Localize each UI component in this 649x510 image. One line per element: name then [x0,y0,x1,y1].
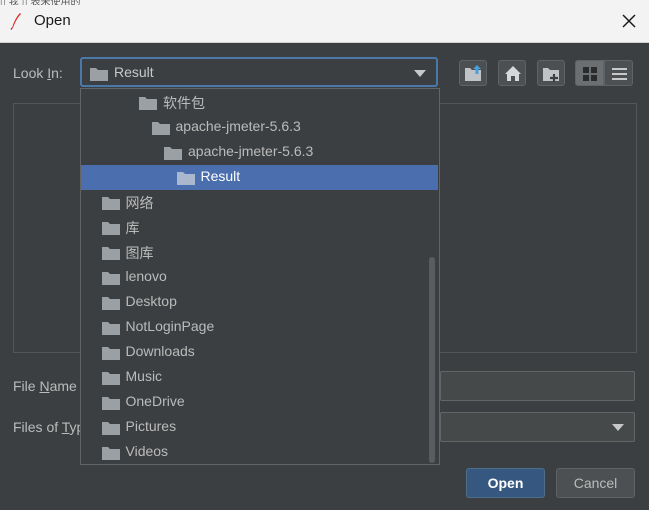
close-icon[interactable] [620,12,638,30]
dropdown-item[interactable]: 软件包 [81,90,438,115]
home-button[interactable] [498,60,526,86]
dropdown-item[interactable]: Pictures [81,415,438,440]
dropdown-item-label: lenovo [125,268,167,284]
folder-icon [101,322,120,335]
folder-icon [101,272,120,285]
dropdown-item[interactable]: Desktop [81,290,438,315]
folder-icon [101,422,120,435]
dropdown-item-label: Desktop [125,293,177,309]
open-button[interactable]: Open [466,468,545,498]
dropdown-item-label: Result [200,168,241,184]
file-name-input[interactable] [440,371,635,401]
look-in-dropdown: 软件包 apache-jmeter-5.6.3 apache-jmeter-5.6.… [80,88,440,465]
look-in-combo[interactable]: Result [80,57,438,87]
folder-icon [101,347,120,360]
background-window-strip: ▯ 我 ▯ 表未使用的 [0,0,130,5]
folder-icon [101,447,120,460]
list-view-button[interactable] [575,60,604,86]
dropdown-item-label: 图库 [125,245,154,261]
file-name-label: File Name [13,378,77,394]
chevron-down-icon [612,424,624,431]
dropdown-item-label: 网络 [125,195,154,211]
files-of-type-combo[interactable] [440,412,635,442]
dropdown-item[interactable]: Downloads [81,340,438,365]
folder-up-icon [465,65,481,81]
window-title: Open [34,12,71,29]
feather-icon [10,13,21,30]
home-icon [505,66,521,81]
dropdown-item[interactable]: NotLoginPage [81,315,438,340]
folder-icon [139,97,157,110]
folder-icon [164,147,182,160]
look-in-value: Result [114,64,154,80]
details-view-button[interactable] [604,60,633,86]
dropdown-item[interactable]: lenovo [81,265,438,290]
look-in-label: Look In: [13,65,63,81]
folder-icon [101,297,120,310]
dropdown-item[interactable]: 图库 [81,240,438,265]
dropdown-item[interactable]: 库 [81,215,438,240]
title-bar: ▯ 我 ▯ 表未使用的 Open [0,0,649,43]
dropdown-item-label: Downloads [125,343,195,359]
folder-icon [101,247,120,260]
dropdown-item-label: OneDrive [125,393,185,409]
folder-icon [90,68,108,81]
dropdown-item-label: Pictures [125,418,177,434]
dropdown-item-label: 软件包 [163,95,205,111]
dropdown-item[interactable]: apache-jmeter-5.6.3 [81,115,438,140]
up-one-level-button[interactable] [459,60,487,86]
dropdown-item-label: NotLoginPage [125,318,215,334]
grid-view-icon [583,67,597,81]
folder-icon [101,197,120,210]
dropdown-item[interactable]: OneDrive [81,390,438,415]
dropdown-item[interactable]: apache-jmeter-5.6.3 [81,140,438,165]
folder-icon [101,222,120,235]
files-of-type-label: Files of Typ [13,419,85,435]
chevron-down-icon [414,70,426,77]
dropdown-item[interactable]: Videos [81,440,438,465]
dropdown-item[interactable]: Result [81,165,438,190]
new-folder-icon [543,68,559,82]
dropdown-item-label: Videos [125,443,169,459]
folder-icon [151,122,170,135]
dropdown-item-label: apache-jmeter-5.6.3 [175,118,301,134]
dropdown-scrollbar[interactable] [429,257,435,463]
cancel-button[interactable]: Cancel [556,468,635,498]
dropdown-item-label: 库 [125,220,140,236]
new-folder-button[interactable] [537,60,565,86]
dropdown-item-label: apache-jmeter-5.6.3 [188,143,314,159]
dropdown-item-label: Music [125,368,163,384]
folder-icon [101,397,120,410]
folder-icon [176,172,195,185]
dropdown-item[interactable]: Music [81,365,438,390]
list-view-icon [612,68,627,80]
view-toggle [575,60,634,86]
dropdown-item[interactable]: 网络 [81,190,438,215]
folder-icon [101,372,120,385]
